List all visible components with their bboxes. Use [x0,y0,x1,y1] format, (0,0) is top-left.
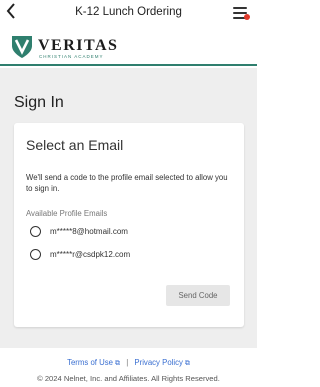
card-description: We'll send a code to the profile email s… [26,173,228,193]
footer-links: Terms of Use ⧉ | Privacy Policy ⧉ [0,358,257,368]
main-content: Sign In Select an Email We'll send a cod… [0,68,257,348]
app-title: K-12 Lunch Ordering [75,6,182,18]
chevron-left-icon[interactable] [6,3,22,21]
email-option-2[interactable]: m*****r@csdpk12.com [30,249,130,260]
copyright-text: © 2024 Nelnet, Inc. and Affiliates. All … [37,374,220,383]
email-option-1[interactable]: m*****8@hotmail.com [30,226,128,237]
notification-dot [244,14,250,20]
external-link-icon: ⧉ [115,360,121,367]
email-select-card: Select an Email We'll send a code to the… [14,123,244,327]
app-header: K-12 Lunch Ordering [0,0,257,28]
radio-button[interactable] [30,249,41,260]
school-name: VERITAS [38,37,119,54]
page-title: Sign In [14,94,64,111]
send-code-button[interactable]: Send Code [166,285,230,306]
privacy-label: Privacy Policy [134,358,183,367]
terms-of-use-link[interactable]: Terms of Use ⧉ [67,358,120,367]
external-link-icon: ⧉ [184,360,190,367]
school-subtitle: CHRISTIAN ACADEMY [39,54,104,59]
email-option-label: m*****r@csdpk12.com [50,250,131,259]
privacy-policy-link[interactable]: Privacy Policy ⧉ [134,358,190,367]
email-option-label: m*****8@hotmail.com [50,227,128,236]
terms-label: Terms of Use [67,358,114,367]
radio-button[interactable] [30,226,41,237]
footer-separator: | [126,358,129,367]
hamburger-menu-icon[interactable] [233,7,250,20]
school-logo-bar: VERITAS CHRISTIAN ACADEMY [0,28,257,66]
shield-logo-icon [10,34,34,60]
emails-label: Available Profile Emails [26,209,108,218]
card-title: Select an Email [26,137,124,153]
